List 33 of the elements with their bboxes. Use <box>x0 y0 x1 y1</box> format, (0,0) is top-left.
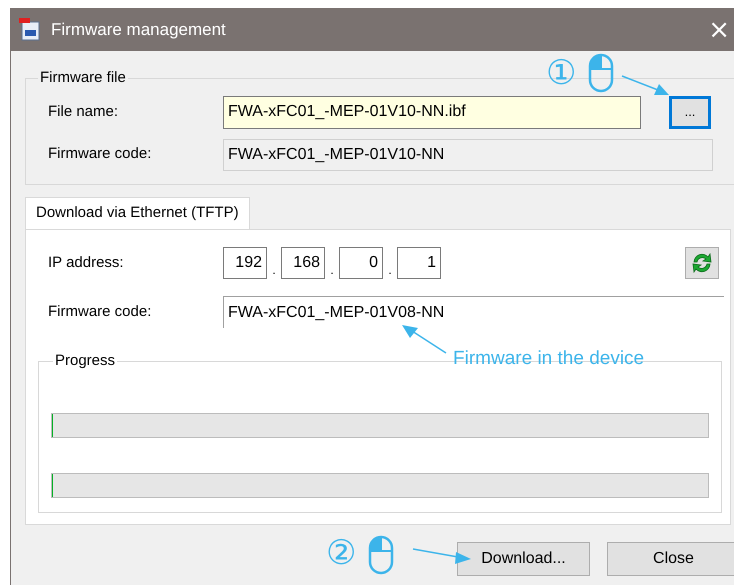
ip-separator: . <box>387 262 393 279</box>
annotation-arrow <box>402 325 446 354</box>
close-dialog-button[interactable]: Close <box>607 542 734 576</box>
annotation-label: Firmware in the device <box>453 349 644 368</box>
field-label: Firmware code: <box>48 302 152 322</box>
file-name-field[interactable]: FWA-xFC01_-MEP-01V10-NN.ibf <box>223 96 641 128</box>
step-number: ① <box>546 56 576 90</box>
mouse-icon <box>368 535 394 575</box>
firmware-code-field: FWA-xFC01_-MEP-01V10-NN <box>223 138 713 170</box>
annotation-arrow <box>412 548 471 564</box>
tab[interactable]: Download via Ethernet (TFTP) <box>25 197 250 229</box>
field-label: Firmware code: <box>48 144 152 164</box>
app-icon <box>19 18 41 42</box>
firmware-code-field: FWA-xFC01_-MEP-01V08-NN <box>223 296 724 328</box>
download-button[interactable]: Download... <box>457 542 590 576</box>
refresh-icon <box>690 252 714 274</box>
group-title: Firmware file <box>39 68 127 88</box>
ip-octet-field[interactable]: 1 <box>397 247 441 279</box>
ip-separator: . <box>329 262 335 279</box>
step-number: ② <box>326 536 356 570</box>
refresh-button[interactable] <box>685 247 719 279</box>
close-button[interactable]: × <box>702 16 734 42</box>
annotation-arrow <box>622 75 669 95</box>
mouse-icon <box>588 53 614 93</box>
group-title: Progress <box>54 351 116 371</box>
ip-octet-field[interactable]: 0 <box>339 247 383 279</box>
ip-separator: . <box>271 262 277 279</box>
field-label: IP address: <box>48 252 125 273</box>
field-label: File name: <box>48 102 120 122</box>
window-title: Firmware management <box>51 18 226 41</box>
ip-octet-field[interactable]: 192 <box>223 247 267 279</box>
browse-button[interactable]: ... <box>669 96 711 128</box>
ip-octet-field[interactable]: 168 <box>281 247 325 279</box>
